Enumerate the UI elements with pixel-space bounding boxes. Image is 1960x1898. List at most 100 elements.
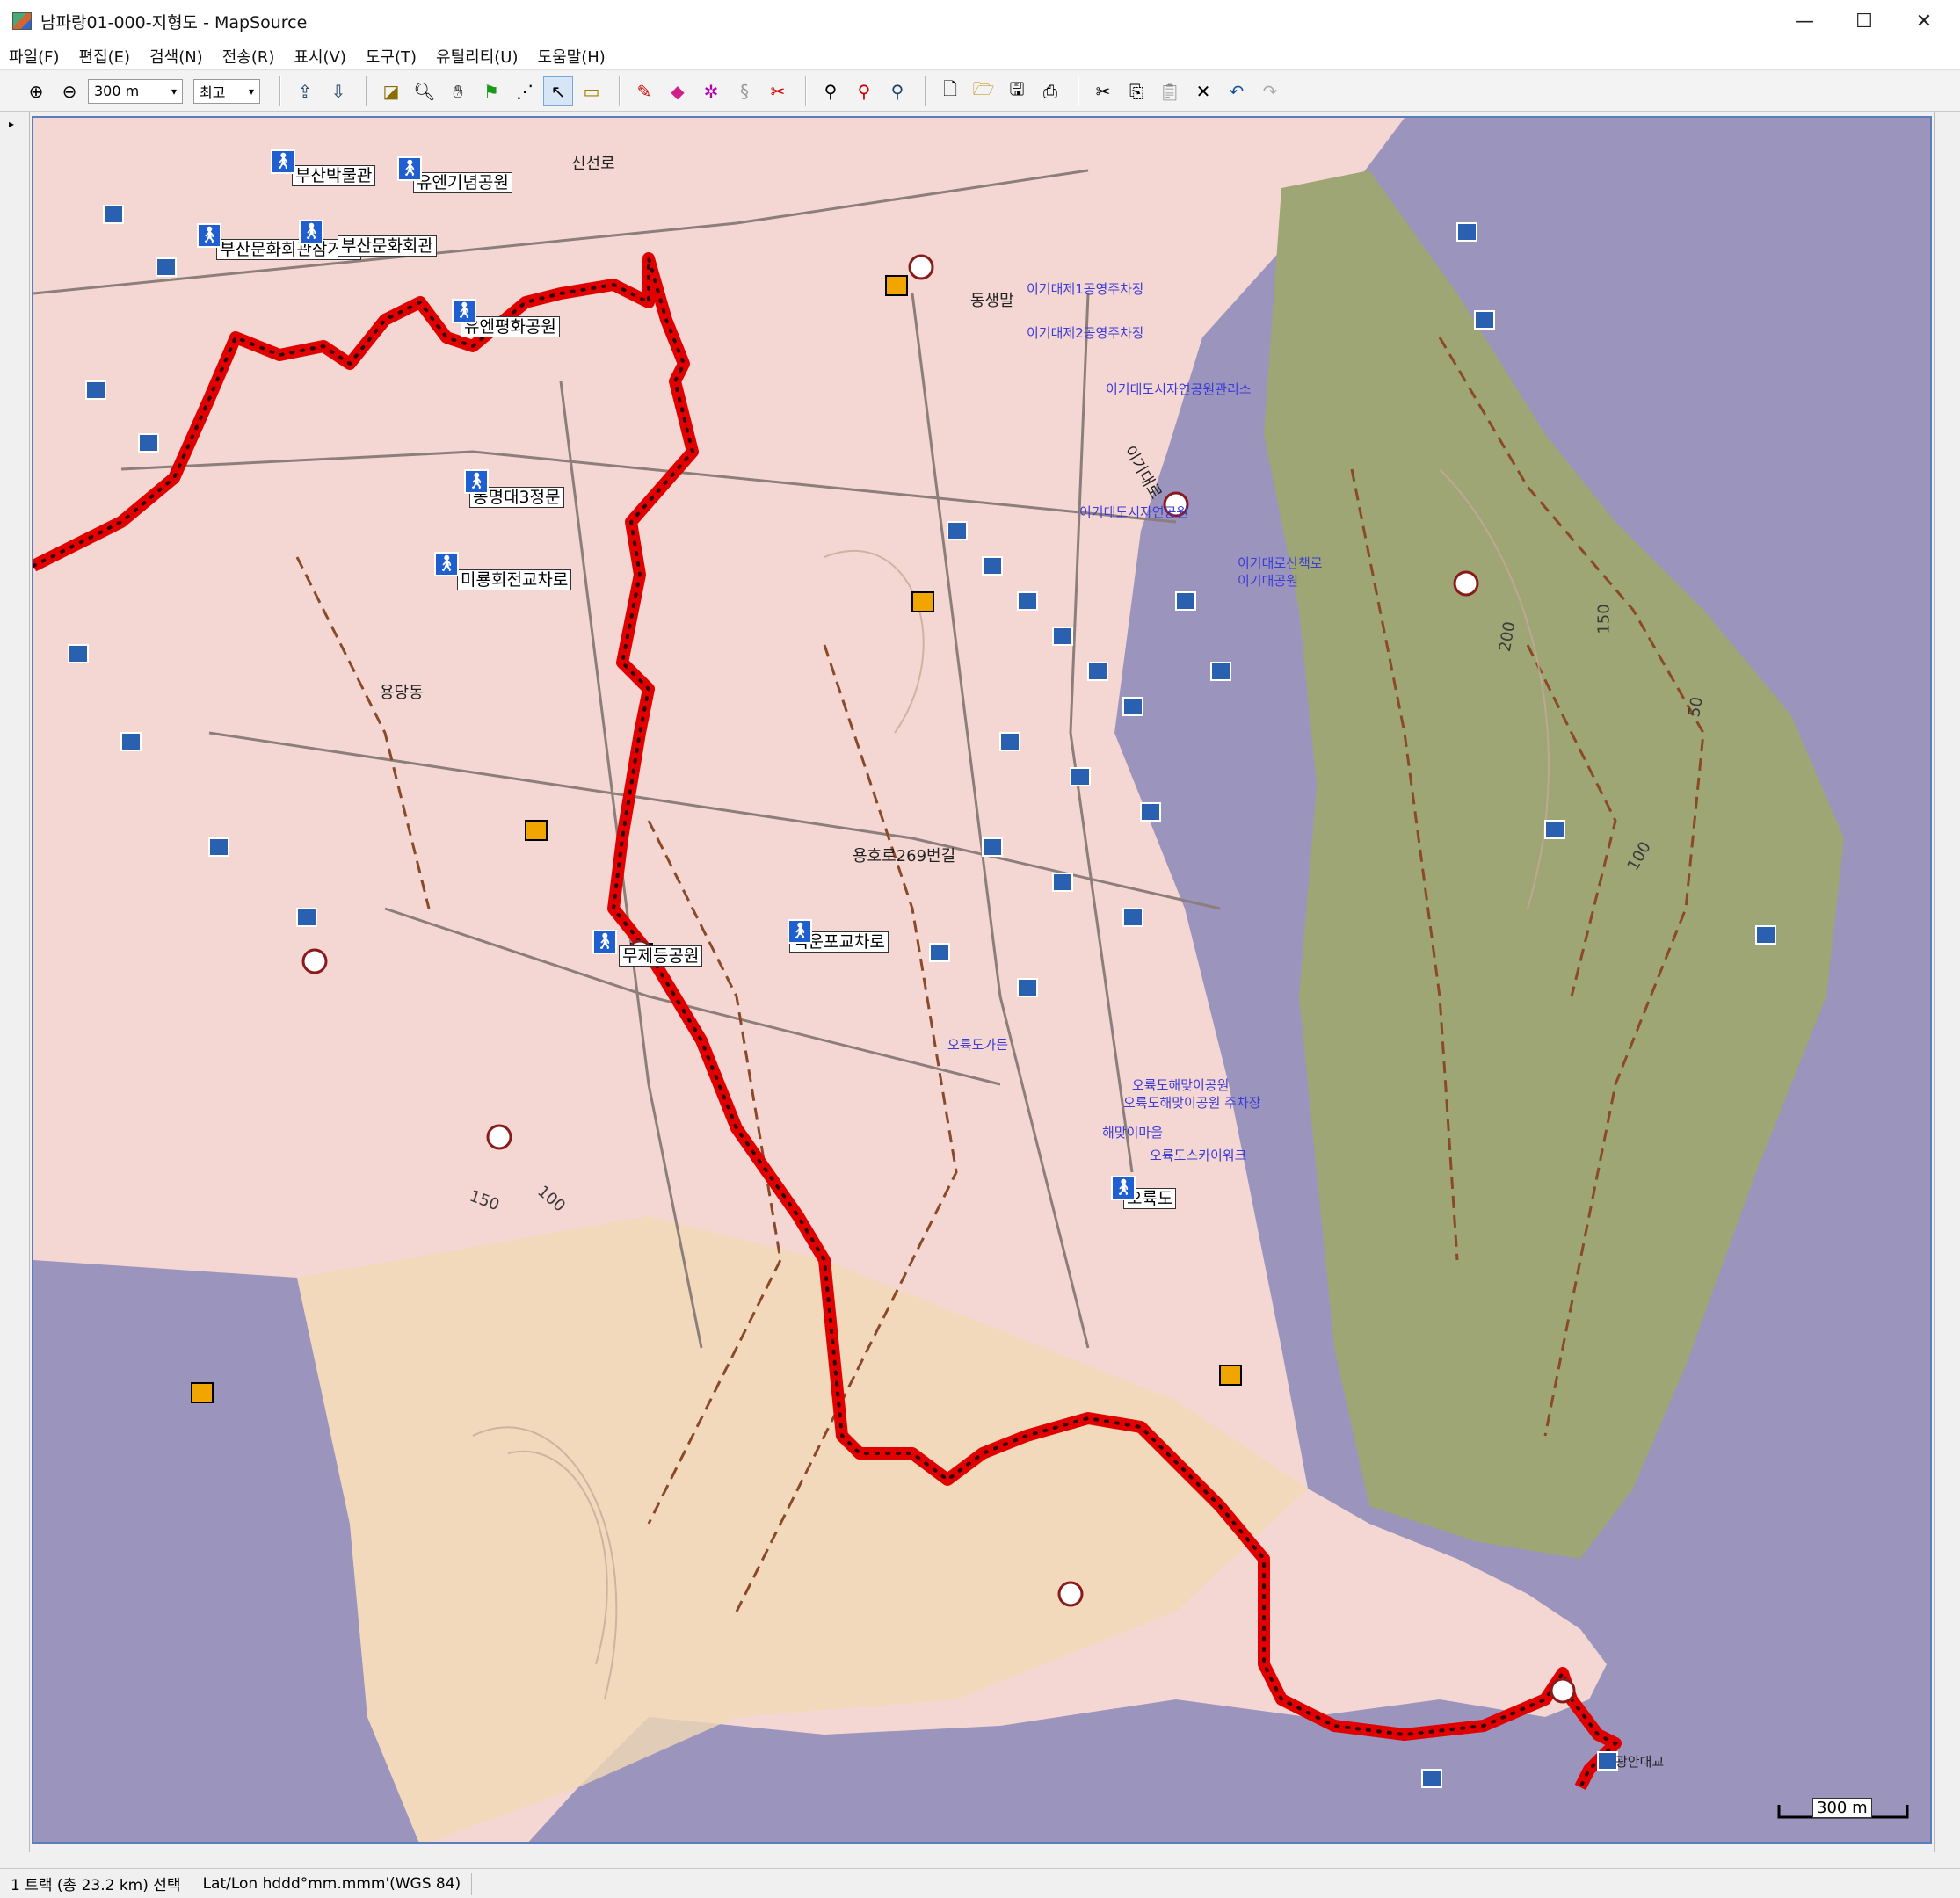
poi-label[interactable]: 오륙도가든 xyxy=(947,1035,1008,1054)
redo-icon[interactable]: ↷ xyxy=(1255,76,1285,106)
zoom-scale-value: 300 m xyxy=(94,83,140,99)
menu-transfer[interactable]: 전송(R) xyxy=(222,45,275,68)
track-divide-icon[interactable]: ✲ xyxy=(696,76,726,106)
poi-label[interactable]: 이기대도시자연공원 xyxy=(1079,503,1188,521)
toolbar-separator xyxy=(925,76,926,106)
poi-label[interactable]: 오륙도해맞이공원 주차장 xyxy=(1123,1093,1261,1112)
poi-label[interactable]: 해맞이마을 xyxy=(1102,1123,1163,1141)
find-icon[interactable]: ⚲ xyxy=(816,76,846,106)
hiker-icon[interactable]: 🚶︎ xyxy=(397,156,422,181)
menu-find[interactable]: 검색(N) xyxy=(149,45,203,68)
zoom-out-icon[interactable]: ⊖ xyxy=(54,76,84,106)
mapsource-app-icon xyxy=(12,12,32,30)
cut-icon[interactable]: ✂ xyxy=(1088,76,1118,106)
track-join-icon[interactable]: § xyxy=(730,76,759,106)
chevron-down-icon: ▾ xyxy=(248,84,254,98)
status-bar: 1 트랙 (총 23.2 km) 선택 Lat/Lon hddd°mm.mmm'… xyxy=(0,1868,1960,1898)
place-label: 광안대교 xyxy=(1615,1754,1665,1770)
hiker-icon[interactable]: 🚶︎ xyxy=(1111,1176,1136,1200)
paste-icon[interactable]: 📋︎ xyxy=(1155,76,1185,106)
map-scale-bar: 300 m xyxy=(1777,1798,1909,1822)
place-label: 용당동 xyxy=(380,684,424,702)
track-draw-icon[interactable]: ✎ xyxy=(629,76,659,106)
poi-label[interactable]: 오륙도해맞이공원 xyxy=(1132,1076,1229,1094)
open-file-icon[interactable]: 🗁 xyxy=(969,76,998,106)
menu-tools[interactable]: 도구(T) xyxy=(366,45,417,68)
copy-icon[interactable]: ⎘ xyxy=(1122,76,1151,106)
waypoint-mirong-rotary[interactable]: 미룡회전교차로 xyxy=(457,569,572,590)
hiker-icon[interactable]: 🚶︎ xyxy=(299,220,323,244)
place-label: 동생말 xyxy=(970,292,1014,310)
toolbar-separator xyxy=(1078,76,1079,106)
menu-bar: 파일(F) 편집(E) 검색(N) 전송(R) 표시(V) 도구(T) 유틸리티… xyxy=(0,42,1960,70)
minimize-button[interactable]: — xyxy=(1775,0,1833,42)
detail-level-value: 최고 xyxy=(200,83,226,101)
poi-label[interactable]: 이기대제1공영주차장 xyxy=(1027,279,1144,298)
waypoint-tool-icon[interactable]: ⚑ xyxy=(476,76,506,106)
measure-tool-icon[interactable]: ▭ xyxy=(577,76,606,106)
receive-from-device-icon[interactable]: ⇪ xyxy=(290,76,320,106)
contour-label: 150 xyxy=(1594,604,1614,634)
hiker-icon[interactable]: 🚶︎ xyxy=(592,930,617,954)
place-label: 신선로 xyxy=(571,155,615,173)
toolbar-separator xyxy=(619,76,621,106)
hiker-icon[interactable]: 🚶︎ xyxy=(788,919,812,944)
route-tool-icon[interactable]: ⋰ xyxy=(510,76,540,106)
hiker-icon[interactable]: 🚶︎ xyxy=(271,149,295,174)
poi-label[interactable]: 오륙도스카이워크 xyxy=(1150,1146,1246,1164)
map-view[interactable]: 부산박물관 유엔기념공원 부산문화회관삼거리 부산문화회관 유엔평화공원 동명대… xyxy=(32,116,1932,1844)
menu-utility[interactable]: 유틸리티(U) xyxy=(436,45,518,68)
find-nearby-icon[interactable]: ⚲ xyxy=(849,76,879,106)
eraser-icon[interactable]: ◆ xyxy=(663,76,693,106)
track-cut-icon[interactable]: ✂ xyxy=(763,76,793,106)
zoom-tool-icon[interactable]: 🔍︎ xyxy=(410,76,439,106)
hiker-icon[interactable]: 🚶︎ xyxy=(434,552,459,576)
right-splitter[interactable] xyxy=(1934,112,1960,1852)
poi-label[interactable]: 이기대제2공영주차장 xyxy=(1027,323,1144,342)
map-tool-icon[interactable]: ◪ xyxy=(376,76,406,106)
menu-help[interactable]: 도움말(H) xyxy=(538,45,606,68)
toolbar: ⊕ ⊖ 300 m ▾ 최고 ▾ ⇪ ⇩ ◪ 🔍︎ ✋︎ ⚑ ⋰ ↖ ▭ ✎ ◆… xyxy=(0,71,1960,112)
left-panel-collapsed[interactable]: ▸ xyxy=(0,112,30,1852)
save-icon[interactable]: 🖫 xyxy=(1002,76,1032,106)
selection-status: 1 트랙 (총 23.2 km) 선택 xyxy=(0,1872,192,1895)
detail-level-select[interactable]: 최고 ▾ xyxy=(193,78,260,104)
poi-label[interactable]: 이기대도시자연공원관리소 xyxy=(1106,380,1252,398)
menu-file[interactable]: 파일(F) xyxy=(9,45,60,68)
print-icon[interactable]: ⎙ xyxy=(1035,76,1065,106)
menu-edit[interactable]: 편집(E) xyxy=(79,45,131,68)
zoom-scale-select[interactable]: 300 m ▾ xyxy=(88,78,183,104)
close-button[interactable]: ✕ xyxy=(1895,0,1953,42)
new-file-icon[interactable]: 🗋 xyxy=(935,76,965,106)
delete-icon[interactable]: ✕ xyxy=(1188,76,1218,106)
park-area xyxy=(1264,170,1844,1559)
toolbar-separator xyxy=(805,76,807,106)
chevron-down-icon: ▾ xyxy=(171,84,177,98)
hiker-icon[interactable]: 🚶︎ xyxy=(197,223,221,248)
poi-label[interactable]: 이기대공원 xyxy=(1238,571,1298,590)
expand-arrow-icon[interactable]: ▸ xyxy=(9,118,14,130)
hiker-icon[interactable]: 🚶︎ xyxy=(464,469,489,494)
waypoint-busan-museum[interactable]: 부산박물관 xyxy=(292,165,376,186)
zoom-in-icon[interactable]: ⊕ xyxy=(21,76,51,106)
find-address-icon[interactable]: ⚲ xyxy=(882,76,912,106)
undo-icon[interactable]: ↶ xyxy=(1222,76,1252,106)
contour-label: 50 xyxy=(1685,695,1707,719)
menu-view[interactable]: 표시(V) xyxy=(294,45,345,68)
toolbar-separator xyxy=(279,76,281,106)
waypoint-mujedeung-park[interactable]: 무제등공원 xyxy=(619,945,703,967)
send-to-device-icon[interactable]: ⇩ xyxy=(323,76,353,106)
hand-tool-icon[interactable]: ✋︎ xyxy=(443,76,473,106)
window-title: 남파랑01-000-지형도 - MapSource xyxy=(40,12,308,33)
waypoint-culture-center[interactable]: 부산문화회관 xyxy=(338,235,437,257)
toolbar-separator xyxy=(366,76,367,106)
title-bar: 남파랑01-000-지형도 - MapSource — ☐ ✕ xyxy=(0,0,1960,42)
poi-label[interactable]: 이기대로산책로 xyxy=(1238,554,1323,572)
coordinate-format: Lat/Lon hddd°mm.mmm'(WGS 84) xyxy=(192,1872,473,1895)
maximize-button[interactable]: ☐ xyxy=(1835,0,1893,42)
waypoint-un-memorial[interactable]: 유엔기념공원 xyxy=(413,172,512,193)
selection-tool-icon[interactable]: ↖ xyxy=(543,76,573,106)
scale-label: 300 m xyxy=(1812,1798,1872,1818)
hiker-icon[interactable]: 🚶︎ xyxy=(452,299,476,323)
map-canvas xyxy=(33,118,1844,1842)
